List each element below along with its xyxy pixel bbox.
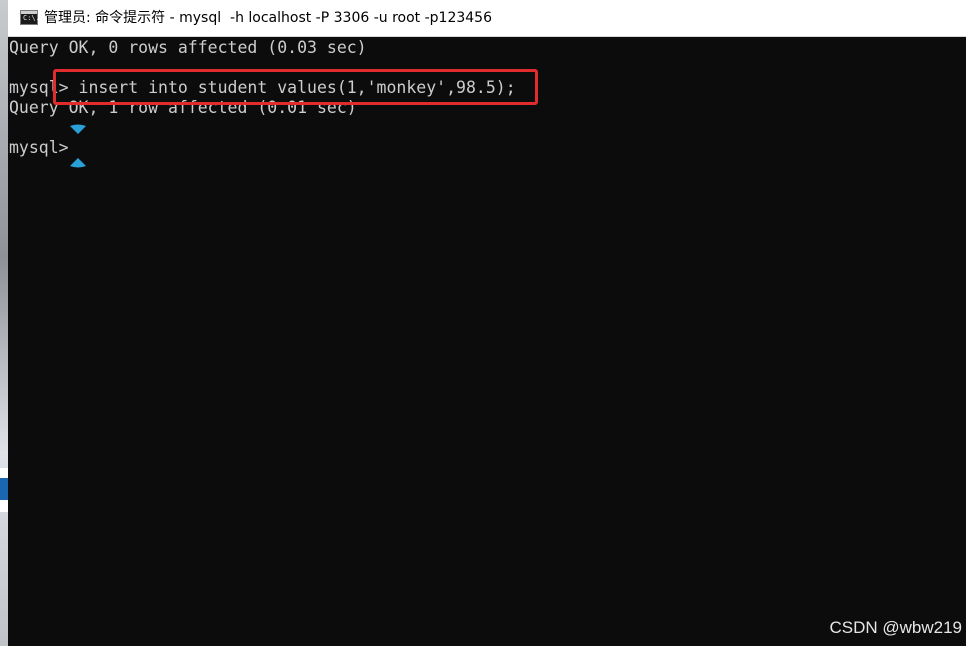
console-line: Query OK, 0 rows affected (0.03 sec) xyxy=(9,38,367,57)
highlight-annotation xyxy=(53,69,538,105)
title-bar[interactable]: C:\. 管理员: 命令提示符 - mysql -h localhost -P … xyxy=(8,0,966,37)
console-line: mysql> xyxy=(9,138,69,157)
window-title: 管理员: 命令提示符 - mysql -h localhost -P 3306 … xyxy=(44,10,492,26)
watermark: CSDN @wbw219 xyxy=(829,618,962,637)
cmd-icon-label: C:\. xyxy=(23,14,40,22)
console-output[interactable]: Query OK, 0 rows affected (0.03 sec) mys… xyxy=(8,37,966,646)
cursor-marker-icon xyxy=(70,158,86,168)
cursor-marker-icon xyxy=(70,124,86,134)
cmd-icon: C:\. xyxy=(20,10,40,25)
cmd-window: C:\. 管理员: 命令提示符 - mysql -h localhost -P … xyxy=(8,0,966,646)
